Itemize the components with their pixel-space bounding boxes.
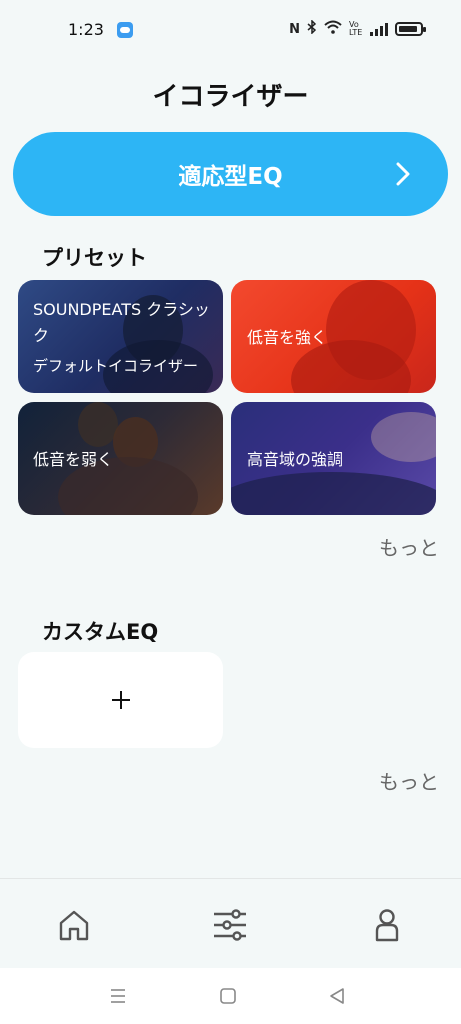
volte-label: Vo LTE (349, 20, 363, 37)
system-back-button[interactable] (327, 986, 347, 1006)
battery-icon (395, 22, 426, 36)
custom-eq-more-link[interactable]: もっと (379, 766, 439, 795)
status-bar: 1:23 N Vo LTE (0, 0, 461, 62)
bottom-nav (0, 878, 461, 968)
preset-classic-title: SOUNDPEATS クラシック (33, 300, 210, 345)
preset-card-bass-reduce[interactable]: 低音を弱く (18, 402, 223, 515)
add-custom-eq-button[interactable] (18, 652, 223, 748)
nav-profile[interactable] (367, 905, 407, 945)
bluetooth-icon (307, 19, 317, 38)
nfc-icon: N (289, 21, 300, 37)
preset-card-treble[interactable]: 高音域の強調 (231, 402, 436, 515)
page-title: イコライザー (152, 82, 309, 112)
system-home-button[interactable] (218, 986, 238, 1006)
chevron-right-icon (396, 162, 410, 186)
nav-equalizer[interactable] (210, 905, 250, 945)
weather-app-icon (117, 22, 133, 38)
signal-icon (370, 22, 388, 36)
home-icon (59, 910, 89, 941)
home-square-icon (220, 988, 236, 1004)
presets-title: プリセット (42, 246, 147, 270)
nav-home[interactable] (54, 905, 94, 945)
wifi-icon (324, 20, 342, 38)
preset-bass-boost-title: 低音を強く (247, 328, 328, 347)
profile-icon (375, 909, 399, 942)
preset-classic-subtitle: デフォルトイコライザー (33, 357, 199, 375)
back-icon (330, 988, 344, 1004)
preset-bass-reduce-title: 低音を弱く (33, 450, 114, 469)
preset-treble-title: 高音域の強調 (247, 450, 344, 469)
preset-card-classic[interactable]: SOUNDPEATS クラシック デフォルトイコライザー (18, 280, 223, 393)
equalizer-icon (214, 909, 246, 941)
status-icons: N Vo LTE (289, 19, 426, 38)
presets-more-link[interactable]: もっと (379, 532, 439, 561)
custom-eq-title: カスタムEQ (42, 620, 159, 644)
menu-icon (111, 989, 125, 1003)
adaptive-eq-label: 適応型EQ (178, 164, 283, 190)
plus-icon (111, 691, 130, 709)
preset-card-bass-boost[interactable]: 低音を強く (231, 280, 436, 393)
adaptive-eq-button[interactable]: 適応型EQ (13, 132, 448, 216)
status-time: 1:23 (68, 20, 104, 39)
system-menu-button[interactable] (108, 986, 128, 1006)
system-nav (0, 968, 461, 1024)
